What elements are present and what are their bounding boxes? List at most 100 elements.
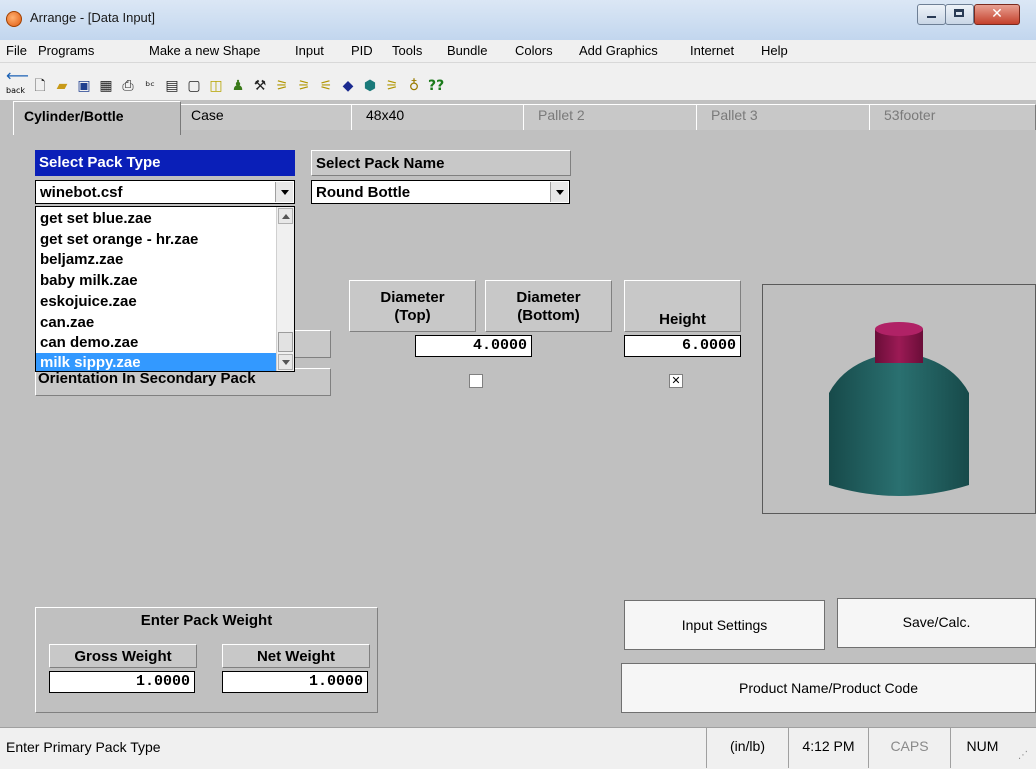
height-checkbox[interactable]: ✕ <box>669 374 683 388</box>
menu-internet[interactable]: Internet <box>690 43 734 58</box>
stack-tool-icon[interactable]: ⚞ <box>384 78 400 94</box>
pack-name-select[interactable]: Round Bottle <box>311 180 570 204</box>
menu-add-graphics[interactable]: Add Graphics <box>579 43 658 58</box>
bottle-icon[interactable]: ♁ <box>406 78 422 94</box>
document-icon[interactable]: ▤ <box>164 78 180 94</box>
minimize-button[interactable] <box>917 4 946 25</box>
net-weight-label: Net Weight <box>222 644 370 668</box>
list-item[interactable]: get set blue.zae <box>40 209 270 229</box>
close-button[interactable]: ✕ <box>974 4 1020 25</box>
status-units: (in/lb) <box>706 728 788 768</box>
print-icon[interactable]: ⎙ <box>120 78 136 94</box>
copy-shapes-icon[interactable]: ◫ <box>208 78 224 94</box>
chevron-down-icon <box>282 360 290 365</box>
maximize-button[interactable] <box>945 4 974 25</box>
diameter-top-label: Diameter (Top) <box>349 280 476 332</box>
back-button[interactable]: ⟵ back <box>4 66 29 96</box>
diameter-checkbox[interactable] <box>469 374 483 388</box>
menu-bundle[interactable]: Bundle <box>447 43 487 58</box>
menu-bar: File Programs Make a new Shape Input PID… <box>0 40 1036 63</box>
tab-53footer[interactable]: 53footer <box>869 104 1036 130</box>
pallet-tool-icon[interactable]: ⚞ <box>274 78 290 94</box>
list-item[interactable]: baby milk.zae <box>40 271 270 291</box>
diameter-field[interactable]: 4.0000 <box>415 335 532 357</box>
people-icon[interactable]: ♟ <box>230 78 246 94</box>
tab-case[interactable]: Case <box>176 104 356 130</box>
save-calc-button[interactable]: Save/Calc. <box>837 598 1036 648</box>
menu-pid[interactable]: PID <box>351 43 373 58</box>
barcode-icon[interactable]: ᵇᶜ <box>142 78 158 94</box>
maximize-icon <box>954 9 964 17</box>
height-field[interactable]: 6.0000 <box>624 335 741 357</box>
menu-file[interactable]: File <box>6 43 27 58</box>
orientation-label: Orientation In Secondary Pack <box>35 368 331 396</box>
pack-type-select[interactable]: winebot.csf <box>35 180 295 204</box>
list-item[interactable]: can demo.zae <box>40 333 270 353</box>
back-arrow-icon: ⟵ <box>6 66 29 85</box>
tab-pallet-2[interactable]: Pallet 2 <box>523 104 701 130</box>
status-bar: Enter Primary Pack Type (in/lb) 4:12 PM … <box>0 727 1036 769</box>
weight-header: Enter Pack Weight <box>140 612 273 629</box>
list-item[interactable]: eskojuice.zae <box>40 292 270 312</box>
list-item-selected[interactable]: milk sippy.zae <box>36 353 278 371</box>
menu-colors[interactable]: Colors <box>515 43 553 58</box>
properties-icon[interactable]: ⚒ <box>252 78 268 94</box>
app-window: Arrange - [Data Input] ✕ File Programs M… <box>0 0 1036 769</box>
bottle-preview <box>762 284 1036 514</box>
scroll-up-button[interactable] <box>278 208 293 224</box>
pack-name-dropdown-button[interactable] <box>550 182 568 202</box>
tab-cylinder-bottle[interactable]: Cylinder/Bottle <box>13 101 181 135</box>
menu-help[interactable]: Help <box>761 43 788 58</box>
pallet-tool-3-icon[interactable]: ⚟ <box>318 78 334 94</box>
title-bar[interactable]: Arrange - [Data Input] ✕ <box>0 0 1036 41</box>
pallet-tool-2-icon[interactable]: ⚞ <box>296 78 312 94</box>
diameter-bottom-label: Diameter (Bottom) <box>485 280 612 332</box>
chevron-up-icon <box>282 214 290 219</box>
box-3d-icon[interactable]: ⬢ <box>362 78 378 94</box>
close-icon: ✕ <box>991 6 1003 22</box>
product-name-button[interactable]: Product Name/Product Code <box>621 663 1036 713</box>
pack-name-header: Select Pack Name <box>311 150 571 176</box>
status-num: NUM <box>950 728 1014 768</box>
app-icon <box>6 11 22 27</box>
input-settings-button[interactable]: Input Settings <box>624 600 825 650</box>
open-folder-icon[interactable]: ▰ <box>54 78 70 94</box>
window-title: Arrange - [Data Input] <box>30 10 156 25</box>
status-message: Enter Primary Pack Type <box>6 739 161 755</box>
scroll-down-button[interactable] <box>278 354 293 370</box>
help-icon[interactable]: ?? <box>428 78 444 94</box>
calculator-icon[interactable]: ▦ <box>98 78 114 94</box>
status-caps: CAPS <box>868 728 950 768</box>
list-item[interactable]: beljamz.zae <box>40 250 270 270</box>
net-weight-field[interactable]: 1.0000 <box>222 671 368 693</box>
pack-type-header: Select Pack Type <box>35 150 295 176</box>
menu-make-new-shape[interactable]: Make a new Shape <box>149 43 260 58</box>
height-label: Height <box>624 280 741 332</box>
list-scrollbar[interactable] <box>276 207 294 371</box>
tab-pallet-3[interactable]: Pallet 3 <box>696 104 874 130</box>
chevron-down-icon <box>556 190 564 195</box>
tab-strip: Case 48x40 Pallet 2 Pallet 3 53footer Cy… <box>0 100 1036 136</box>
menu-input[interactable]: Input <box>295 43 324 58</box>
menu-programs[interactable]: Programs <box>38 43 94 58</box>
menu-tools[interactable]: Tools <box>392 43 422 58</box>
toolbar: ⟵ back 🗋 ▰ ▣ ▦ ⎙ ᵇᶜ ▤ ▢ ◫ ♟ ⚒ ⚞ ⚞ ⚟ ◆ ⬢ … <box>0 63 1036 103</box>
list-item[interactable]: get set orange - hr.zae <box>40 230 270 250</box>
save-icon[interactable]: ▣ <box>76 78 92 94</box>
tab-48x40[interactable]: 48x40 <box>351 104 528 130</box>
list-item[interactable]: can.zae <box>40 313 270 333</box>
chevron-down-icon <box>281 190 289 195</box>
pack-name-value: Round Bottle <box>316 184 411 201</box>
pack-type-list[interactable]: get set blue.zae get set orange - hr.zae… <box>35 206 295 372</box>
gross-weight-label: Gross Weight <box>49 644 197 668</box>
pack-type-dropdown-button[interactable] <box>275 182 293 202</box>
pallet-blue-icon[interactable]: ◆ <box>340 78 356 94</box>
status-time: 4:12 PM <box>788 728 868 768</box>
scroll-thumb[interactable] <box>278 332 293 352</box>
resize-grip-icon[interactable]: ⋰ <box>1018 750 1032 764</box>
bottle-graphic <box>829 322 969 496</box>
new-file-icon[interactable]: 🗋 <box>32 78 48 94</box>
minimize-icon <box>927 16 936 18</box>
gross-weight-field[interactable]: 1.0000 <box>49 671 195 693</box>
preview-icon[interactable]: ▢ <box>186 78 202 94</box>
